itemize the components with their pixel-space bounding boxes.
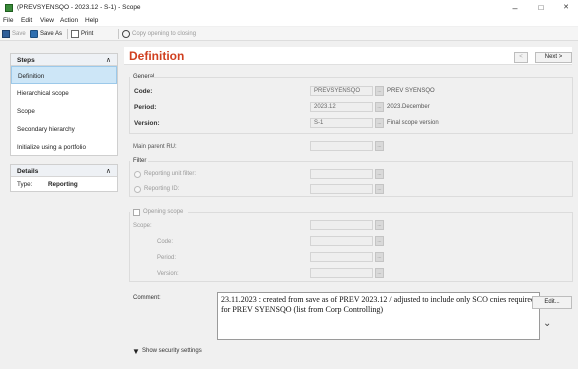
toolbar-separator [67, 29, 68, 39]
opening-period-browse-button[interactable]: ... [375, 252, 384, 262]
content-header [124, 47, 572, 65]
code-browse-button[interactable]: ... [375, 86, 384, 96]
save-icon [2, 30, 10, 38]
period-label: Period: [134, 104, 157, 111]
reporting-unit-filter-field[interactable] [310, 169, 373, 179]
collapse-chevron-icon[interactable]: ∧ [106, 56, 111, 64]
main-parent-browse-button[interactable]: ... [375, 141, 384, 151]
code-description: PREV SYENSQO [387, 88, 435, 94]
step-secondary-hierarchy[interactable]: Secondary hierarchy [11, 120, 117, 138]
window-title: (PREVSYENSQO - 2023.12 - S-1) - Scope [17, 4, 141, 11]
period-description: 2023.December [387, 104, 430, 110]
details-panel-header[interactable]: Details ∧ [11, 165, 117, 177]
menu-action[interactable]: Action [60, 17, 78, 24]
step-definition[interactable]: Definition [11, 66, 117, 84]
opening-scope-field[interactable] [310, 220, 373, 230]
menu-view[interactable]: View [40, 17, 54, 24]
reporting-id-radio[interactable] [134, 186, 141, 193]
steps-panel-header[interactable]: Steps ∧ [11, 54, 117, 66]
comment-label: Comment: [133, 295, 161, 301]
opening-version-label: Version: [157, 271, 179, 277]
reporting-unit-filter-browse-button[interactable]: ... [375, 169, 384, 179]
window-title-bar: (PREVSYENSQO - 2023.12 - S-1) - Scope – … [0, 0, 578, 16]
toolbar-separator [118, 29, 119, 39]
step-scope[interactable]: Scope [11, 102, 117, 120]
details-type-value: Reporting [48, 181, 78, 188]
details-panel: Details ∧ Type: Reporting [10, 164, 118, 192]
menu-help[interactable]: Help [85, 17, 98, 24]
reporting-id-label: Reporting ID: [144, 186, 180, 192]
version-description: Final scope version [387, 120, 439, 126]
save-button[interactable]: Save [2, 30, 26, 38]
print-button[interactable]: Print [71, 30, 93, 38]
version-label: Version: [134, 120, 160, 127]
reporting-id-browse-button[interactable]: ... [375, 184, 384, 194]
reporting-unit-filter-label: Reporting unit filter: [144, 171, 197, 177]
page-title: Definition [129, 49, 185, 63]
period-field[interactable]: 2023.12 [310, 102, 373, 112]
details-type-label: Type: [17, 181, 33, 188]
code-field[interactable]: PREVSYENSQO [310, 86, 373, 96]
edit-comment-button[interactable]: Edit... [532, 296, 572, 309]
version-field[interactable]: S-1 [310, 118, 373, 128]
step-hierarchical-scope[interactable]: Hierarchical scope [11, 84, 117, 102]
opening-code-label: Code: [157, 239, 174, 245]
menu-bar: File Edit View Action Help [0, 16, 578, 26]
opening-version-field[interactable] [310, 268, 373, 278]
close-button[interactable]: ✕ [559, 2, 573, 14]
collapse-chevron-icon[interactable]: ∧ [106, 167, 111, 175]
minimize-button[interactable]: – [508, 2, 522, 14]
show-security-settings[interactable]: Show security settings [142, 348, 202, 354]
opening-code-browse-button[interactable]: ... [375, 236, 384, 246]
maximize-button[interactable]: □ [534, 2, 548, 14]
save-as-icon [30, 30, 38, 38]
opening-period-field[interactable] [310, 252, 373, 262]
next-button[interactable]: Next > [535, 52, 572, 63]
comment-textarea[interactable]: 23.11.2023 : created from save as of PRE… [217, 292, 540, 340]
main-parent-field[interactable] [310, 141, 373, 151]
scroll-down-icon[interactable]: ⌄ [543, 318, 551, 329]
period-browse-button[interactable]: ... [375, 102, 384, 112]
copy-opening-button[interactable]: Copy opening to closing [122, 30, 196, 38]
menu-edit[interactable]: Edit [21, 17, 32, 24]
main-parent-label: Main parent RU: [133, 144, 177, 150]
version-browse-button[interactable]: ... [375, 118, 384, 128]
steps-panel: Steps ∧ Definition Hierarchical scope Sc… [10, 53, 118, 156]
reporting-unit-filter-radio[interactable] [134, 171, 141, 178]
save-as-button[interactable]: Save As [30, 30, 62, 38]
toolbar: Save Save As Print Copy opening to closi… [0, 27, 578, 41]
menu-file[interactable]: File [3, 17, 13, 24]
opening-version-browse-button[interactable]: ... [375, 268, 384, 278]
reporting-id-field[interactable] [310, 184, 373, 194]
expand-arrow-icon[interactable]: ▼ [132, 347, 140, 356]
opening-scope-field-label: Scope: [133, 223, 152, 229]
prev-button[interactable]: < [514, 52, 528, 63]
app-icon [5, 4, 13, 12]
opening-period-label: Period: [157, 255, 177, 261]
divider [148, 161, 573, 162]
step-initialize-portfolio[interactable]: Initialize using a portfolio [11, 138, 117, 156]
opening-scope-browse-button[interactable]: ... [375, 220, 384, 230]
opening-code-field[interactable] [310, 236, 373, 246]
print-icon [71, 30, 79, 38]
code-label: Code: [134, 88, 153, 95]
copy-icon [122, 30, 130, 38]
